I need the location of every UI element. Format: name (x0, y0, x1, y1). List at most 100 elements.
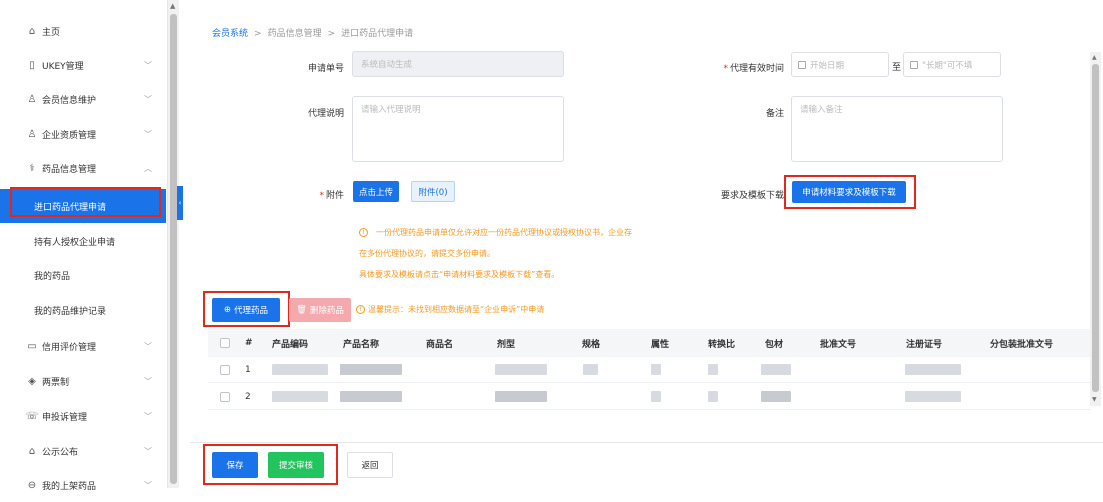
column-header: # (245, 338, 253, 348)
chevron-down-icon: ﹀ (144, 480, 152, 490)
redacted-cell (651, 357, 661, 382)
warning-icon: ! (356, 305, 365, 314)
sidebar-item-member-info[interactable]: ♙ 会员信息维护 ﹀ (0, 82, 166, 116)
start-date-input[interactable]: 开始日期 (791, 52, 889, 77)
highlight-box (203, 444, 338, 485)
redacted-cell (708, 357, 718, 382)
sidebar-item-label: 我的药品维护记录 (34, 306, 107, 317)
scroll-up-icon[interactable]: ▲ (1092, 54, 1097, 61)
content-scrollbar[interactable]: ▲ ▼ (1090, 52, 1101, 406)
sidebar: ⌂ 主页 ▯ UKEY管理 ﹀ ♙ 会员信息维护 ﹀ ♙ 企业资质管理 ﹀ ⚕ … (0, 0, 168, 492)
sidebar-item-label: UKEY管理 (42, 61, 84, 72)
notice: ! 一份代理药品申请单仅允许对应一份药品代理协议或授权协议书，企业存 在多份代理协… (359, 222, 632, 285)
sidebar-item-drug-info[interactable]: ⚕ 药品信息管理 ︿ (0, 151, 166, 185)
sidebar-item-complaint[interactable]: ☏ 申投诉管理 ﹀ (0, 399, 166, 433)
redacted-cell (495, 384, 547, 409)
sidebar-item-label: 主页 (42, 27, 61, 38)
column-header: 包材 (765, 339, 784, 350)
chevron-down-icon: ﹀ (144, 411, 152, 421)
checkbox[interactable] (220, 391, 230, 402)
two-ticket-icon: ◈ (28, 375, 36, 387)
back-button[interactable]: 返回 (347, 452, 393, 478)
breadcrumb-separator: > (254, 29, 262, 39)
row-checkbox[interactable] (220, 357, 230, 382)
sidebar-item-my-listed-drugs[interactable]: ⊖ 我的上架药品 ﹀ (0, 468, 166, 502)
column-header: 剂型 (497, 339, 516, 350)
desc-label: 代理说明 (307, 109, 344, 119)
end-date-placeholder: "长期"可不填 (922, 60, 973, 71)
end-date-input[interactable]: "长期"可不填 (903, 52, 1001, 77)
delete-drug-button[interactable]: 🗑 删除药品 (289, 298, 351, 322)
sidebar-item-enterprise[interactable]: ♙ 企业资质管理 ﹀ (0, 117, 166, 151)
row-index: 1 (245, 364, 251, 375)
sidebar-item-ukey[interactable]: ▯ UKEY管理 ﹀ (0, 48, 166, 82)
announcement-icon: ⌂ (28, 445, 36, 457)
table-row[interactable]: 2 (208, 384, 1090, 410)
breadcrumb-item-member-system[interactable]: 会员系统 (212, 29, 248, 39)
sidebar-item-label: 两票制 (42, 377, 70, 388)
sidebar-scrollbar[interactable]: ▲ (168, 0, 179, 488)
highlight-box (203, 291, 290, 327)
desc-textarea[interactable]: 请输入代理说明 (352, 96, 564, 162)
sidebar-item-label: 公示公布 (42, 447, 79, 458)
user-icon: ♙ (27, 93, 37, 105)
redacted-cell (761, 384, 791, 409)
sidebar-item-holder-auth[interactable]: 持有人授权企业申请 (0, 224, 166, 258)
checkbox[interactable] (220, 338, 230, 348)
column-header: 分包装批准文号 (990, 339, 1054, 350)
sidebar-item-label: 申投诉管理 (42, 412, 88, 423)
trash-icon: 🗑 (296, 305, 307, 315)
chevron-down-icon: ﹀ (144, 60, 152, 70)
sidebar-item-label: 信用评价管理 (42, 342, 97, 353)
home-icon: ⌂ (28, 25, 36, 37)
drug-icon: ⚕ (29, 162, 35, 174)
redacted-cell (761, 357, 791, 382)
redacted-cell (905, 384, 961, 409)
collapse-sidebar-button[interactable]: ‹ (177, 186, 183, 220)
warning-icon: ! (359, 228, 368, 237)
scrollbar-thumb[interactable] (1092, 64, 1099, 392)
breadcrumb: 会员系统 > 药品信息管理 > 进口药品代理申请 (212, 26, 413, 39)
remark-textarea[interactable]: 请输入备注 (791, 96, 1003, 162)
enterprise-icon: ♙ (27, 128, 37, 140)
complaint-icon: ☏ (25, 410, 39, 422)
sidebar-item-announcement[interactable]: ⌂ 公示公布 ﹀ (0, 434, 166, 468)
column-header: 商品名 (426, 339, 454, 350)
calendar-icon (910, 60, 918, 69)
table-header: # 产品编码 产品名称 商品名 剂型 规格 属性 转换比 包材 批准文号 注册证… (208, 329, 1090, 357)
scroll-down-icon[interactable]: ▼ (1092, 396, 1097, 403)
sidebar-item-two-ticket[interactable]: ◈ 两票制 ﹀ (0, 364, 166, 398)
sidebar-item-drug-records[interactable]: 我的药品维护记录 (0, 293, 166, 327)
chevron-down-icon: ﹀ (144, 446, 152, 456)
checkbox[interactable] (220, 364, 230, 375)
header-checkbox[interactable] (220, 329, 230, 357)
scrollbar-thumb[interactable] (170, 14, 177, 484)
credit-icon: ▭ (27, 340, 37, 352)
redacted-cell (495, 357, 547, 382)
chevron-up-icon: ︿ (144, 163, 152, 173)
app-no-label: 申请单号 (307, 64, 344, 74)
sidebar-item-label: 我的上架药品 (42, 481, 97, 492)
breadcrumb-item-drug-info[interactable]: 药品信息管理 (268, 29, 322, 39)
template-label: 要求及模板下载 (720, 191, 784, 201)
notice-line-1: ! 一份代理药品申请单仅允许对应一份药品代理协议或授权协议书，企业存 (359, 222, 632, 243)
column-header: 批准文号 (820, 339, 857, 350)
validity-label-text: 代理有效时间 (729, 64, 784, 74)
row-checkbox[interactable] (220, 384, 230, 409)
upload-button[interactable]: 点击上传 (353, 181, 399, 202)
redacted-cell (583, 357, 598, 382)
notice-line-2: 在多份代理协议的，请提交多份申请。 (359, 249, 495, 258)
attachments-button[interactable]: 附件(0) (411, 181, 455, 202)
sidebar-item-home[interactable]: ⌂ 主页 (0, 14, 166, 48)
scroll-up-icon[interactable]: ▲ (170, 2, 175, 10)
ukey-icon: ▯ (29, 59, 35, 71)
table-row[interactable]: 1 (208, 357, 1090, 383)
sidebar-item-my-drugs[interactable]: 我的药品 (0, 258, 166, 292)
attach-label: * 附件 (319, 191, 344, 201)
chevron-down-icon: ﹀ (144, 341, 152, 351)
my-drug-icon: ⊖ (27, 479, 37, 491)
notice-line-3: 具体要求及模板请点击“申请材料要求及模板下载”查看。 (359, 270, 560, 279)
app-no-input: 系统自动生成 (352, 51, 564, 77)
remark-label: 备注 (765, 109, 784, 119)
sidebar-item-credit[interactable]: ▭ 信用评价管理 ﹀ (0, 329, 166, 363)
